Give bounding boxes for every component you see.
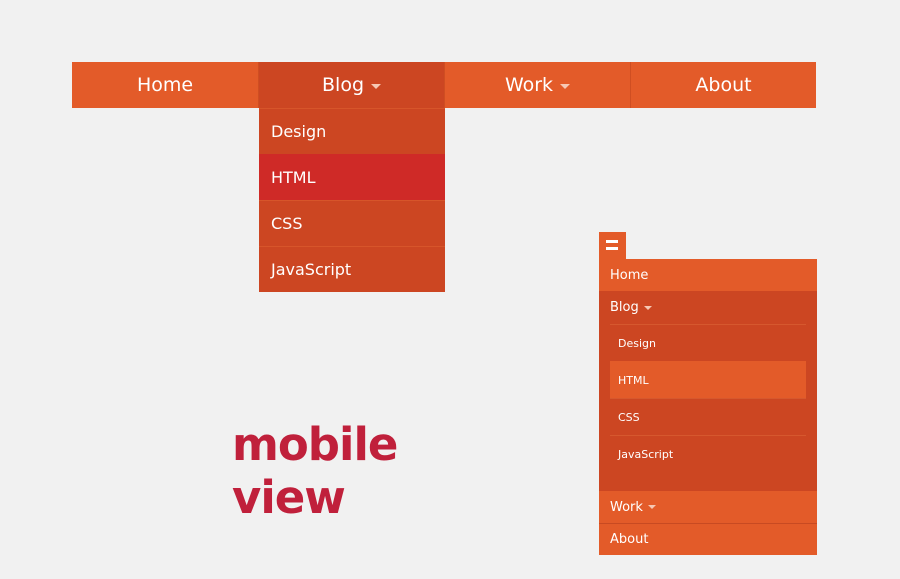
dropdown-item-html[interactable]: HTML <box>259 154 445 200</box>
mobile-nav: Home Blog Design HTML CSS JavaScript Wor… <box>599 259 817 555</box>
nav-item-label: Work <box>504 74 554 96</box>
caret-down-icon <box>560 83 571 89</box>
nav-item-blog[interactable]: Blog Design HTML CSS JavaScript <box>258 62 445 292</box>
caret-down-icon <box>371 83 381 89</box>
dropdown-item-label: HTML <box>271 168 316 187</box>
desktop-nav: Home Blog Design HTML CSS JavaScript Wor… <box>72 62 816 292</box>
mobile-view-caption: mobile view <box>232 418 398 524</box>
nav-item-work[interactable]: Work <box>444 62 630 108</box>
mobile-sub-item-design[interactable]: Design <box>610 324 806 361</box>
dropdown-item-css[interactable]: CSS <box>259 200 445 246</box>
mobile-nav-item-home[interactable]: Home <box>599 259 817 291</box>
dropdown-item-label: JavaScript <box>271 260 352 279</box>
mobile-nav-item-blog[interactable]: Blog <box>599 291 817 324</box>
blog-dropdown: Design HTML CSS JavaScript <box>259 108 445 292</box>
mobile-blog-section: Blog Design HTML CSS JavaScript <box>599 291 817 491</box>
nav-item-home[interactable]: Home <box>72 62 258 108</box>
nav-item-label: Blog <box>322 74 364 96</box>
hamburger-bar <box>606 247 618 250</box>
mobile-nav-item-work[interactable]: Work <box>599 491 817 523</box>
mobile-sub-item-label: Design <box>618 336 656 350</box>
mobile-sub-item-label: HTML <box>618 373 649 387</box>
mobile-sub-item-javascript[interactable]: JavaScript <box>610 435 806 472</box>
mobile-blog-submenu: Design HTML CSS JavaScript <box>610 324 806 472</box>
dropdown-item-label: Design <box>271 122 327 141</box>
mobile-sub-item-html[interactable]: HTML <box>610 361 806 398</box>
mobile-nav-item-label: About <box>610 532 649 547</box>
nav-item-label: About <box>695 74 752 96</box>
dropdown-item-javascript[interactable]: JavaScript <box>259 246 445 292</box>
caret-down-icon <box>643 305 652 310</box>
mobile-sub-item-label: JavaScript <box>618 447 674 461</box>
nav-item-label: Home <box>136 74 194 96</box>
mobile-nav-item-label: Home <box>610 267 649 283</box>
mobile-sub-item-css[interactable]: CSS <box>610 398 806 435</box>
dropdown-item-label: CSS <box>271 214 303 233</box>
mobile-nav-item-label: Work <box>610 499 643 515</box>
mobile-sub-item-label: CSS <box>618 410 640 424</box>
mobile-nav-item-about[interactable]: About <box>599 523 817 555</box>
hamburger-bar <box>606 240 618 243</box>
dropdown-item-design[interactable]: Design <box>259 108 445 154</box>
mobile-nav-item-label: Blog <box>610 300 639 315</box>
caret-down-icon <box>647 505 656 509</box>
nav-item-about[interactable]: About <box>630 62 816 108</box>
hamburger-icon[interactable] <box>599 232 626 259</box>
